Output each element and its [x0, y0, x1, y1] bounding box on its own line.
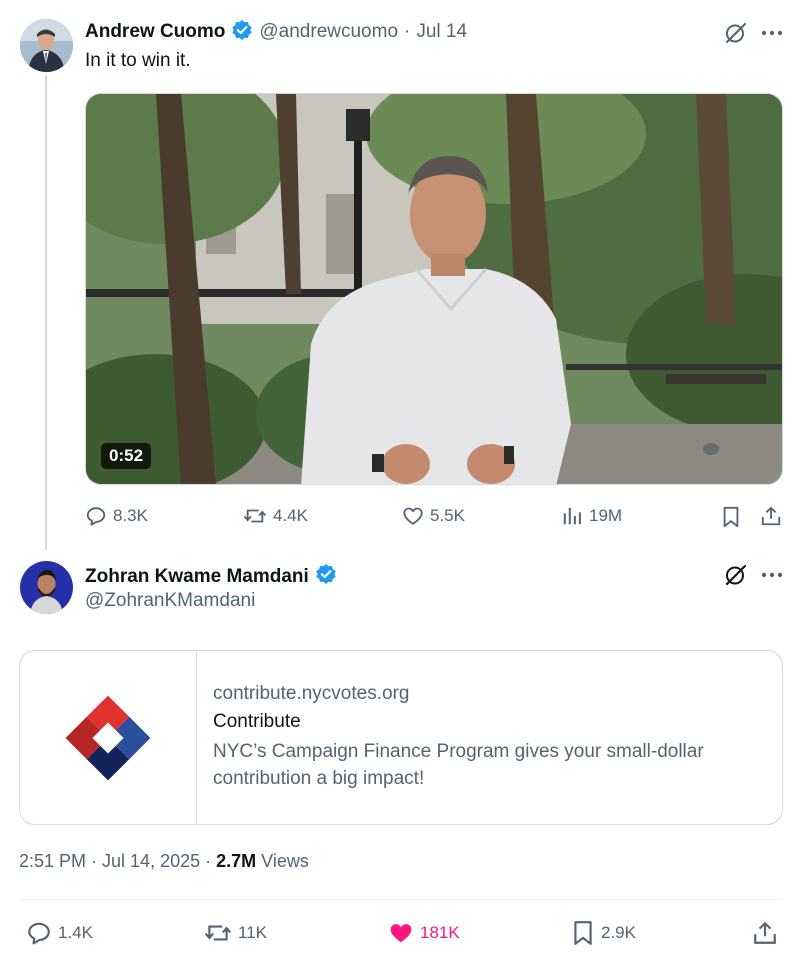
views-label: Views [261, 851, 309, 871]
share-button[interactable] [759, 504, 783, 528]
share-icon [754, 921, 776, 944]
author-handle[interactable]: @ZohranKMamdani [85, 590, 255, 612]
tweet-timestamp[interactable]: 2:51 PM · Jul 14, 2025 [19, 851, 200, 872]
bookmark-count: 2.9K [601, 923, 636, 942]
link-card-image [20, 651, 197, 824]
views-count: 2.7M [216, 851, 257, 871]
tweet-video[interactable]: 0:52 [85, 93, 783, 485]
repost-button[interactable]: 11K [204, 920, 267, 946]
avatar-andrew-cuomo[interactable] [20, 19, 73, 72]
like-button[interactable]: 181K [388, 920, 460, 946]
like-button[interactable]: 5.5K [402, 505, 465, 527]
reply-icon [28, 922, 50, 945]
divider [19, 899, 783, 900]
link-domain: contribute.nycvotes.org [213, 683, 410, 704]
repost-icon [204, 925, 232, 941]
views-count: 19M [589, 506, 623, 525]
link-preview-card[interactable]: contribute.nycvotes.org Contribute NYC’s… [19, 650, 783, 825]
tweet-date[interactable]: Jul 14 [416, 21, 467, 43]
repost-button[interactable]: 4.4K [243, 505, 308, 527]
nyc-votes-logo-icon [65, 695, 151, 780]
views-chart-icon [563, 507, 581, 525]
repost-count: 11K [238, 923, 267, 942]
separator-dot: · [205, 851, 212, 871]
author-name[interactable]: Zohran Kwame Mamdani [85, 566, 309, 588]
like-count: 181K [420, 923, 460, 942]
heart-icon [403, 507, 423, 525]
video-frame [86, 94, 782, 484]
verified-badge-icon [231, 19, 253, 46]
thread-connector-line [45, 76, 47, 550]
reply-count: 8.3K [113, 506, 148, 525]
grok-icon[interactable] [723, 20, 749, 46]
author-name[interactable]: Andrew Cuomo [85, 21, 225, 43]
repost-count: 4.4K [273, 506, 308, 525]
verified-badge-icon [315, 563, 337, 590]
views-button[interactable]: 19M [561, 505, 622, 527]
link-title: Contribute [213, 711, 301, 732]
bookmark-icon [574, 921, 592, 945]
share-icon [761, 506, 781, 526]
reply-count: 1.4K [58, 923, 93, 942]
tweet-meta-line: 2:51 PM · Jul 14, 2025 · 2.7M Views [19, 851, 309, 872]
avatar-zohran-mamdani[interactable] [20, 561, 73, 614]
quoted-tweet-header: Andrew Cuomo @andrewcuomo · Jul 14 [85, 19, 467, 46]
link-card-body: contribute.nycvotes.org Contribute NYC’s… [197, 651, 782, 824]
like-count: 5.5K [430, 506, 465, 525]
grok-icon[interactable] [723, 562, 749, 588]
bookmark-button[interactable]: 2.9K [571, 920, 636, 946]
heart-filled-icon [390, 924, 412, 943]
main-tweet-header: Zohran Kwame Mamdani [85, 563, 337, 590]
reply-icon [86, 507, 106, 526]
bookmark-button[interactable] [719, 505, 743, 529]
link-description: NYC’s Campaign Finance Program gives you… [213, 741, 704, 789]
more-options-icon[interactable] [759, 20, 785, 46]
tweet-text: In it to win it. [85, 50, 191, 71]
more-options-icon[interactable] [759, 562, 785, 588]
video-duration-badge: 0:52 [101, 443, 152, 469]
separator-dot: · [404, 21, 411, 42]
author-handle[interactable]: @andrewcuomo [259, 21, 398, 43]
bookmark-icon [723, 506, 739, 528]
repost-icon [243, 509, 267, 523]
reply-button[interactable]: 8.3K [85, 505, 148, 527]
reply-button[interactable]: 1.4K [26, 920, 93, 946]
share-button[interactable] [751, 919, 779, 947]
